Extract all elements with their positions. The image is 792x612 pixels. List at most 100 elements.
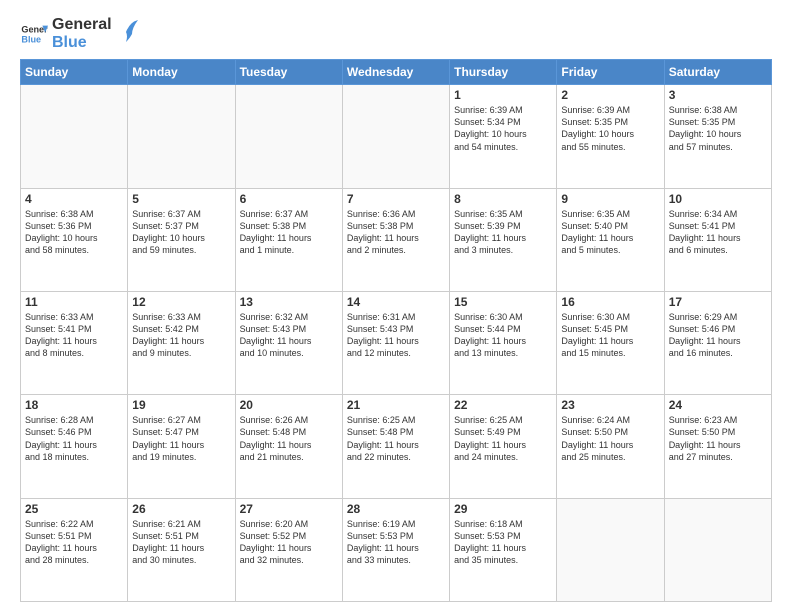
day-info: Sunrise: 6:37 AM Sunset: 5:37 PM Dayligh… xyxy=(132,208,230,257)
day-number: 28 xyxy=(347,502,445,516)
col-tuesday: Tuesday xyxy=(235,60,342,85)
day-info: Sunrise: 6:30 AM Sunset: 5:44 PM Dayligh… xyxy=(454,311,552,360)
day-number: 26 xyxy=(132,502,230,516)
day-number: 20 xyxy=(240,398,338,412)
svg-text:Blue: Blue xyxy=(21,34,41,44)
calendar-body: 1 Sunrise: 6:39 AM Sunset: 5:34 PM Daylig… xyxy=(21,85,772,602)
calendar-cell xyxy=(235,85,342,188)
day-info: Sunrise: 6:28 AM Sunset: 5:46 PM Dayligh… xyxy=(25,414,123,463)
day-number: 29 xyxy=(454,502,552,516)
calendar-cell: 2Sunrise: 6:39 AM Sunset: 5:35 PM Daylig… xyxy=(557,85,664,188)
calendar-cell: 6 Sunrise: 6:37 AM Sunset: 5:38 PM Daylig… xyxy=(235,188,342,291)
calendar-cell: 24 Sunrise: 6:23 AM Sunset: 5:50 PM Dayli… xyxy=(664,395,771,498)
day-info: Sunrise: 6:23 AM Sunset: 5:50 PM Dayligh… xyxy=(669,414,767,463)
day-info: Sunrise: 6:33 AM Sunset: 5:41 PM Dayligh… xyxy=(25,311,123,360)
calendar-cell: 29 Sunrise: 6:18 AM Sunset: 5:53 PM Dayli… xyxy=(450,498,557,601)
calendar-week-row: 1 Sunrise: 6:39 AM Sunset: 5:34 PM Daylig… xyxy=(21,85,772,188)
calendar-cell xyxy=(21,85,128,188)
calendar-week-row: 11Sunrise: 6:33 AM Sunset: 5:41 PM Dayli… xyxy=(21,291,772,394)
col-saturday: Saturday xyxy=(664,60,771,85)
day-number: 10 xyxy=(669,192,767,206)
calendar-cell: 14Sunrise: 6:31 AM Sunset: 5:43 PM Dayli… xyxy=(342,291,449,394)
calendar-cell: 9 Sunrise: 6:35 AM Sunset: 5:40 PM Daylig… xyxy=(557,188,664,291)
day-number: 23 xyxy=(561,398,659,412)
calendar-cell: 8 Sunrise: 6:35 AM Sunset: 5:39 PM Daylig… xyxy=(450,188,557,291)
day-number: 24 xyxy=(669,398,767,412)
header: General Blue General Blue xyxy=(20,16,772,51)
day-number: 5 xyxy=(132,192,230,206)
calendar-cell: 27 Sunrise: 6:20 AM Sunset: 5:52 PM Dayli… xyxy=(235,498,342,601)
calendar-cell xyxy=(128,85,235,188)
day-info: Sunrise: 6:25 AM Sunset: 5:48 PM Dayligh… xyxy=(347,414,445,463)
calendar-cell: 26 Sunrise: 6:21 AM Sunset: 5:51 PM Dayli… xyxy=(128,498,235,601)
day-info: Sunrise: 6:19 AM Sunset: 5:53 PM Dayligh… xyxy=(347,518,445,567)
calendar-cell xyxy=(342,85,449,188)
day-info: Sunrise: 6:38 AM Sunset: 5:35 PM Dayligh… xyxy=(669,104,767,153)
day-info: Sunrise: 6:34 AM Sunset: 5:41 PM Dayligh… xyxy=(669,208,767,257)
day-number: 4 xyxy=(25,192,123,206)
day-number: 12 xyxy=(132,295,230,309)
logo-icon: General Blue xyxy=(20,20,48,48)
col-wednesday: Wednesday xyxy=(342,60,449,85)
day-number: 13 xyxy=(240,295,338,309)
day-number: 19 xyxy=(132,398,230,412)
calendar-cell: 4 Sunrise: 6:38 AM Sunset: 5:36 PM Daylig… xyxy=(21,188,128,291)
calendar-cell: 13Sunrise: 6:32 AM Sunset: 5:43 PM Dayli… xyxy=(235,291,342,394)
calendar-week-row: 25 Sunrise: 6:22 AM Sunset: 5:51 PM Dayli… xyxy=(21,498,772,601)
logo-bird-icon xyxy=(118,18,138,46)
day-info: Sunrise: 6:20 AM Sunset: 5:52 PM Dayligh… xyxy=(240,518,338,567)
day-info: Sunrise: 6:25 AM Sunset: 5:49 PM Dayligh… xyxy=(454,414,552,463)
day-number: 25 xyxy=(25,502,123,516)
day-number: 8 xyxy=(454,192,552,206)
day-number: 22 xyxy=(454,398,552,412)
calendar-cell: 18 Sunrise: 6:28 AM Sunset: 5:46 PM Dayli… xyxy=(21,395,128,498)
calendar-cell: 21 Sunrise: 6:25 AM Sunset: 5:48 PM Dayli… xyxy=(342,395,449,498)
calendar-cell: 11Sunrise: 6:33 AM Sunset: 5:41 PM Dayli… xyxy=(21,291,128,394)
logo: General Blue General Blue xyxy=(20,16,138,51)
page: General Blue General Blue Sunday Monday … xyxy=(0,0,792,612)
day-number: 6 xyxy=(240,192,338,206)
day-info: Sunrise: 6:35 AM Sunset: 5:39 PM Dayligh… xyxy=(454,208,552,257)
calendar-cell: 3Sunrise: 6:38 AM Sunset: 5:35 PM Daylig… xyxy=(664,85,771,188)
calendar-cell: 10 Sunrise: 6:34 AM Sunset: 5:41 PM Dayli… xyxy=(664,188,771,291)
calendar-header-row: Sunday Monday Tuesday Wednesday Thursday… xyxy=(21,60,772,85)
calendar-week-row: 18 Sunrise: 6:28 AM Sunset: 5:46 PM Dayli… xyxy=(21,395,772,498)
day-number: 7 xyxy=(347,192,445,206)
day-info: Sunrise: 6:18 AM Sunset: 5:53 PM Dayligh… xyxy=(454,518,552,567)
day-info: Sunrise: 6:24 AM Sunset: 5:50 PM Dayligh… xyxy=(561,414,659,463)
day-info: Sunrise: 6:30 AM Sunset: 5:45 PM Dayligh… xyxy=(561,311,659,360)
day-number: 1 xyxy=(454,88,552,102)
day-info: Sunrise: 6:35 AM Sunset: 5:40 PM Dayligh… xyxy=(561,208,659,257)
logo-blue: Blue xyxy=(52,34,112,52)
day-info: Sunrise: 6:39 AM Sunset: 5:34 PM Dayligh… xyxy=(454,104,552,153)
day-number: 9 xyxy=(561,192,659,206)
calendar-cell: 1 Sunrise: 6:39 AM Sunset: 5:34 PM Daylig… xyxy=(450,85,557,188)
calendar-cell: 16 Sunrise: 6:30 AM Sunset: 5:45 PM Dayli… xyxy=(557,291,664,394)
day-info: Sunrise: 6:22 AM Sunset: 5:51 PM Dayligh… xyxy=(25,518,123,567)
day-number: 18 xyxy=(25,398,123,412)
calendar-cell: 7Sunrise: 6:36 AM Sunset: 5:38 PM Daylig… xyxy=(342,188,449,291)
day-number: 21 xyxy=(347,398,445,412)
calendar-table: Sunday Monday Tuesday Wednesday Thursday… xyxy=(20,59,772,602)
logo-general: General xyxy=(52,16,112,34)
calendar-cell: 19 Sunrise: 6:27 AM Sunset: 5:47 PM Dayli… xyxy=(128,395,235,498)
calendar-cell: 20 Sunrise: 6:26 AM Sunset: 5:48 PM Dayli… xyxy=(235,395,342,498)
day-info: Sunrise: 6:38 AM Sunset: 5:36 PM Dayligh… xyxy=(25,208,123,257)
day-info: Sunrise: 6:27 AM Sunset: 5:47 PM Dayligh… xyxy=(132,414,230,463)
day-number: 15 xyxy=(454,295,552,309)
day-number: 16 xyxy=(561,295,659,309)
calendar-cell: 23 Sunrise: 6:24 AM Sunset: 5:50 PM Dayli… xyxy=(557,395,664,498)
day-info: Sunrise: 6:21 AM Sunset: 5:51 PM Dayligh… xyxy=(132,518,230,567)
day-number: 17 xyxy=(669,295,767,309)
day-info: Sunrise: 6:26 AM Sunset: 5:48 PM Dayligh… xyxy=(240,414,338,463)
day-number: 27 xyxy=(240,502,338,516)
day-info: Sunrise: 6:39 AM Sunset: 5:35 PM Dayligh… xyxy=(561,104,659,153)
day-number: 14 xyxy=(347,295,445,309)
calendar-cell: 15 Sunrise: 6:30 AM Sunset: 5:44 PM Dayli… xyxy=(450,291,557,394)
calendar-week-row: 4 Sunrise: 6:38 AM Sunset: 5:36 PM Daylig… xyxy=(21,188,772,291)
col-monday: Monday xyxy=(128,60,235,85)
calendar-cell: 12Sunrise: 6:33 AM Sunset: 5:42 PM Dayli… xyxy=(128,291,235,394)
day-info: Sunrise: 6:37 AM Sunset: 5:38 PM Dayligh… xyxy=(240,208,338,257)
calendar-cell xyxy=(664,498,771,601)
col-thursday: Thursday xyxy=(450,60,557,85)
